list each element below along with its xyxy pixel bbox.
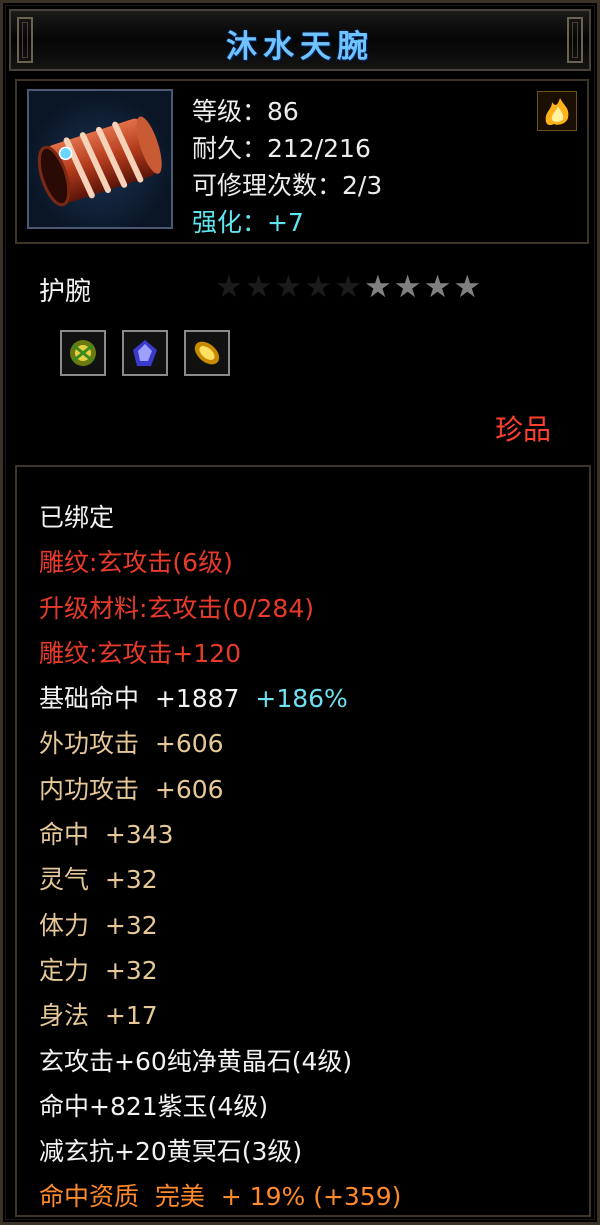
engrave-line: 雕纹:玄攻击(6级): [39, 548, 233, 578]
item-header: 等级：86 耐久：212/216 可修理次数：2/3 强化：+7: [15, 79, 589, 244]
bound-status: 已绑定: [39, 503, 115, 532]
green-gem-icon[interactable]: [60, 330, 106, 376]
flame-corner-icon: [537, 91, 577, 131]
hit-line: 命中 +343: [39, 820, 174, 850]
star-icon: ★: [304, 269, 335, 305]
star-icon: ★: [423, 269, 454, 305]
item-tooltip: 沐水天腕 等级：86 耐久：212/216 可修理次数：2/3 强化：+7 护腕…: [0, 0, 600, 1225]
item-stats: 等级：86 耐久：212/216 可修理次数：2/3 强化：+7: [192, 93, 382, 241]
purple-gem-icon[interactable]: [122, 330, 168, 376]
base-hit-line: 基础命中 +1887 +186%: [39, 676, 401, 721]
star-icon: ★: [393, 269, 424, 305]
agility-line: 身法 +17: [39, 1001, 158, 1031]
durability-line: 耐久：212/216: [192, 134, 371, 163]
focus-line: 定力 +32: [39, 955, 158, 985]
star-icon: ★: [215, 269, 245, 305]
gem-bonus-line: 命中+821紫玉(4级): [39, 1091, 269, 1121]
upgrade-material-line: 升级材料:玄攻击(0/284): [39, 593, 314, 623]
star-icon: ★: [244, 269, 275, 305]
item-type: 护腕: [39, 277, 92, 307]
property-panel: 已绑定 雕纹:玄攻击(6级) 升级材料:玄攻击(0/284) 雕纹:玄攻击+12…: [15, 465, 591, 1217]
base-hit-bonus: +186%: [255, 684, 348, 714]
gem-bonus-line: 减玄抗+20黄冥石(3级): [39, 1137, 303, 1167]
outer-attack-line: 外功攻击 +606: [39, 729, 224, 759]
property-list: 已绑定 雕纹:玄攻击(6级) 升级材料:玄攻击(0/284) 雕纹:玄攻击+12…: [39, 495, 401, 1220]
gem-bonus-line: 玄攻击+60纯净黄晶石(4级): [39, 1046, 353, 1076]
title-bar: 沐水天腕: [9, 9, 591, 71]
spirit-line: 灵气 +32: [39, 865, 158, 895]
repairs-line: 可修理次数：2/3: [192, 171, 383, 200]
aptitude-line: 命中资质 完美 + 19% (+359): [39, 1182, 402, 1212]
stamina-line: 体力 +32: [39, 910, 158, 940]
base-hit-value: 基础命中 +1887: [39, 684, 240, 714]
yellow-gem-icon[interactable]: [184, 330, 230, 376]
star-icon: ★: [363, 269, 394, 305]
star-rating: ★★★★★★★★★: [215, 269, 483, 305]
bracer-item-icon[interactable]: [27, 89, 173, 229]
item-name: 沐水天腕: [226, 29, 374, 65]
engrave-bonus-line: 雕纹:玄攻击+120: [39, 638, 242, 668]
rarity-label: 珍品: [494, 413, 551, 446]
enhance-line: 强化：+7: [192, 208, 304, 237]
star-icon: ★: [274, 269, 305, 305]
star-icon: ★: [453, 269, 484, 305]
inner-attack-line: 内功攻击 +606: [39, 774, 224, 804]
star-icon: ★: [334, 269, 364, 305]
level-line: 等级：86: [192, 97, 299, 126]
